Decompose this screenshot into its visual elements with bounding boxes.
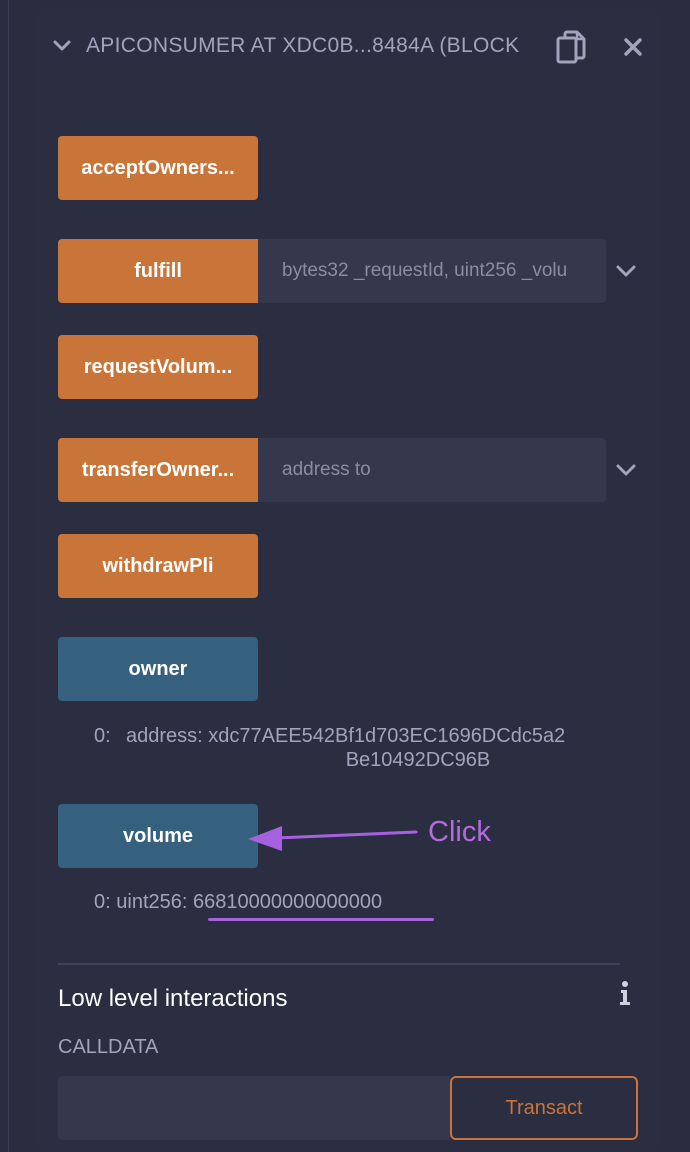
collapse-chevron-icon[interactable] <box>52 38 72 54</box>
annotation-underline <box>208 918 434 921</box>
request-volume-label: requestVolum... <box>83 355 233 378</box>
fulfill-label: fulfill <box>134 259 182 282</box>
low-level-title: Low level interactions <box>58 985 288 1012</box>
transfer-ownership-button[interactable]: transferOwner... <box>58 438 258 502</box>
close-icon[interactable] <box>622 36 644 58</box>
fulfill-params-input[interactable]: bytes32 _requestId, uint256 _volu <box>258 239 606 303</box>
owner-button[interactable]: owner <box>58 637 258 701</box>
transact-button[interactable]: Transact <box>450 1076 638 1140</box>
section-divider <box>58 963 620 965</box>
owner-result-value: address: xdc77AEE542Bf1d703EC1696DCdc5a2… <box>126 724 628 772</box>
transfer-ownership-expand-chevron-icon[interactable] <box>614 462 638 478</box>
transfer-ownership-label: transferOwner... <box>81 458 235 481</box>
volume-result-type: uint256: <box>116 891 188 913</box>
accept-ownership-button[interactable]: acceptOwners... <box>58 136 258 200</box>
request-volume-button[interactable]: requestVolum... <box>58 335 258 399</box>
accept-ownership-label: acceptOwners... <box>81 156 235 179</box>
volume-label: volume <box>122 824 194 847</box>
frame-edge-line <box>8 0 9 1152</box>
calldata-label: CALLDATA <box>58 1036 159 1058</box>
copy-icon[interactable] <box>556 30 588 66</box>
withdraw-pli-label: withdrawPli <box>102 554 214 577</box>
annotation-arrow-icon <box>248 826 418 851</box>
annotation-click-label: Click <box>428 816 491 848</box>
volume-result: 0: uint256: 66810000000000000 <box>94 890 382 914</box>
calldata-input[interactable] <box>58 1076 450 1140</box>
panel-title: APICONSUMER AT XDC0B...8484A (BLOCK <box>86 34 520 57</box>
transfer-ownership-address-input[interactable]: address to <box>258 438 606 502</box>
owner-address-line-2: Be10492DC96B <box>345 749 491 771</box>
owner-label: owner <box>128 657 188 680</box>
volume-result-value: 66810000000000000 <box>192 891 383 913</box>
volume-result-index: 0: <box>94 891 111 913</box>
owner-address-line-1: address: xdc77AEE542Bf1d703EC1696DCdc5a2 <box>126 725 566 747</box>
transact-label: Transact <box>505 1096 583 1119</box>
owner-result-index: 0: <box>94 725 111 747</box>
fulfill-button[interactable]: fulfill <box>58 239 258 303</box>
withdraw-pli-button[interactable]: withdrawPli <box>58 534 258 598</box>
volume-button[interactable]: volume <box>58 804 258 868</box>
fulfill-expand-chevron-icon[interactable] <box>614 263 638 279</box>
info-icon[interactable] <box>616 980 634 1006</box>
